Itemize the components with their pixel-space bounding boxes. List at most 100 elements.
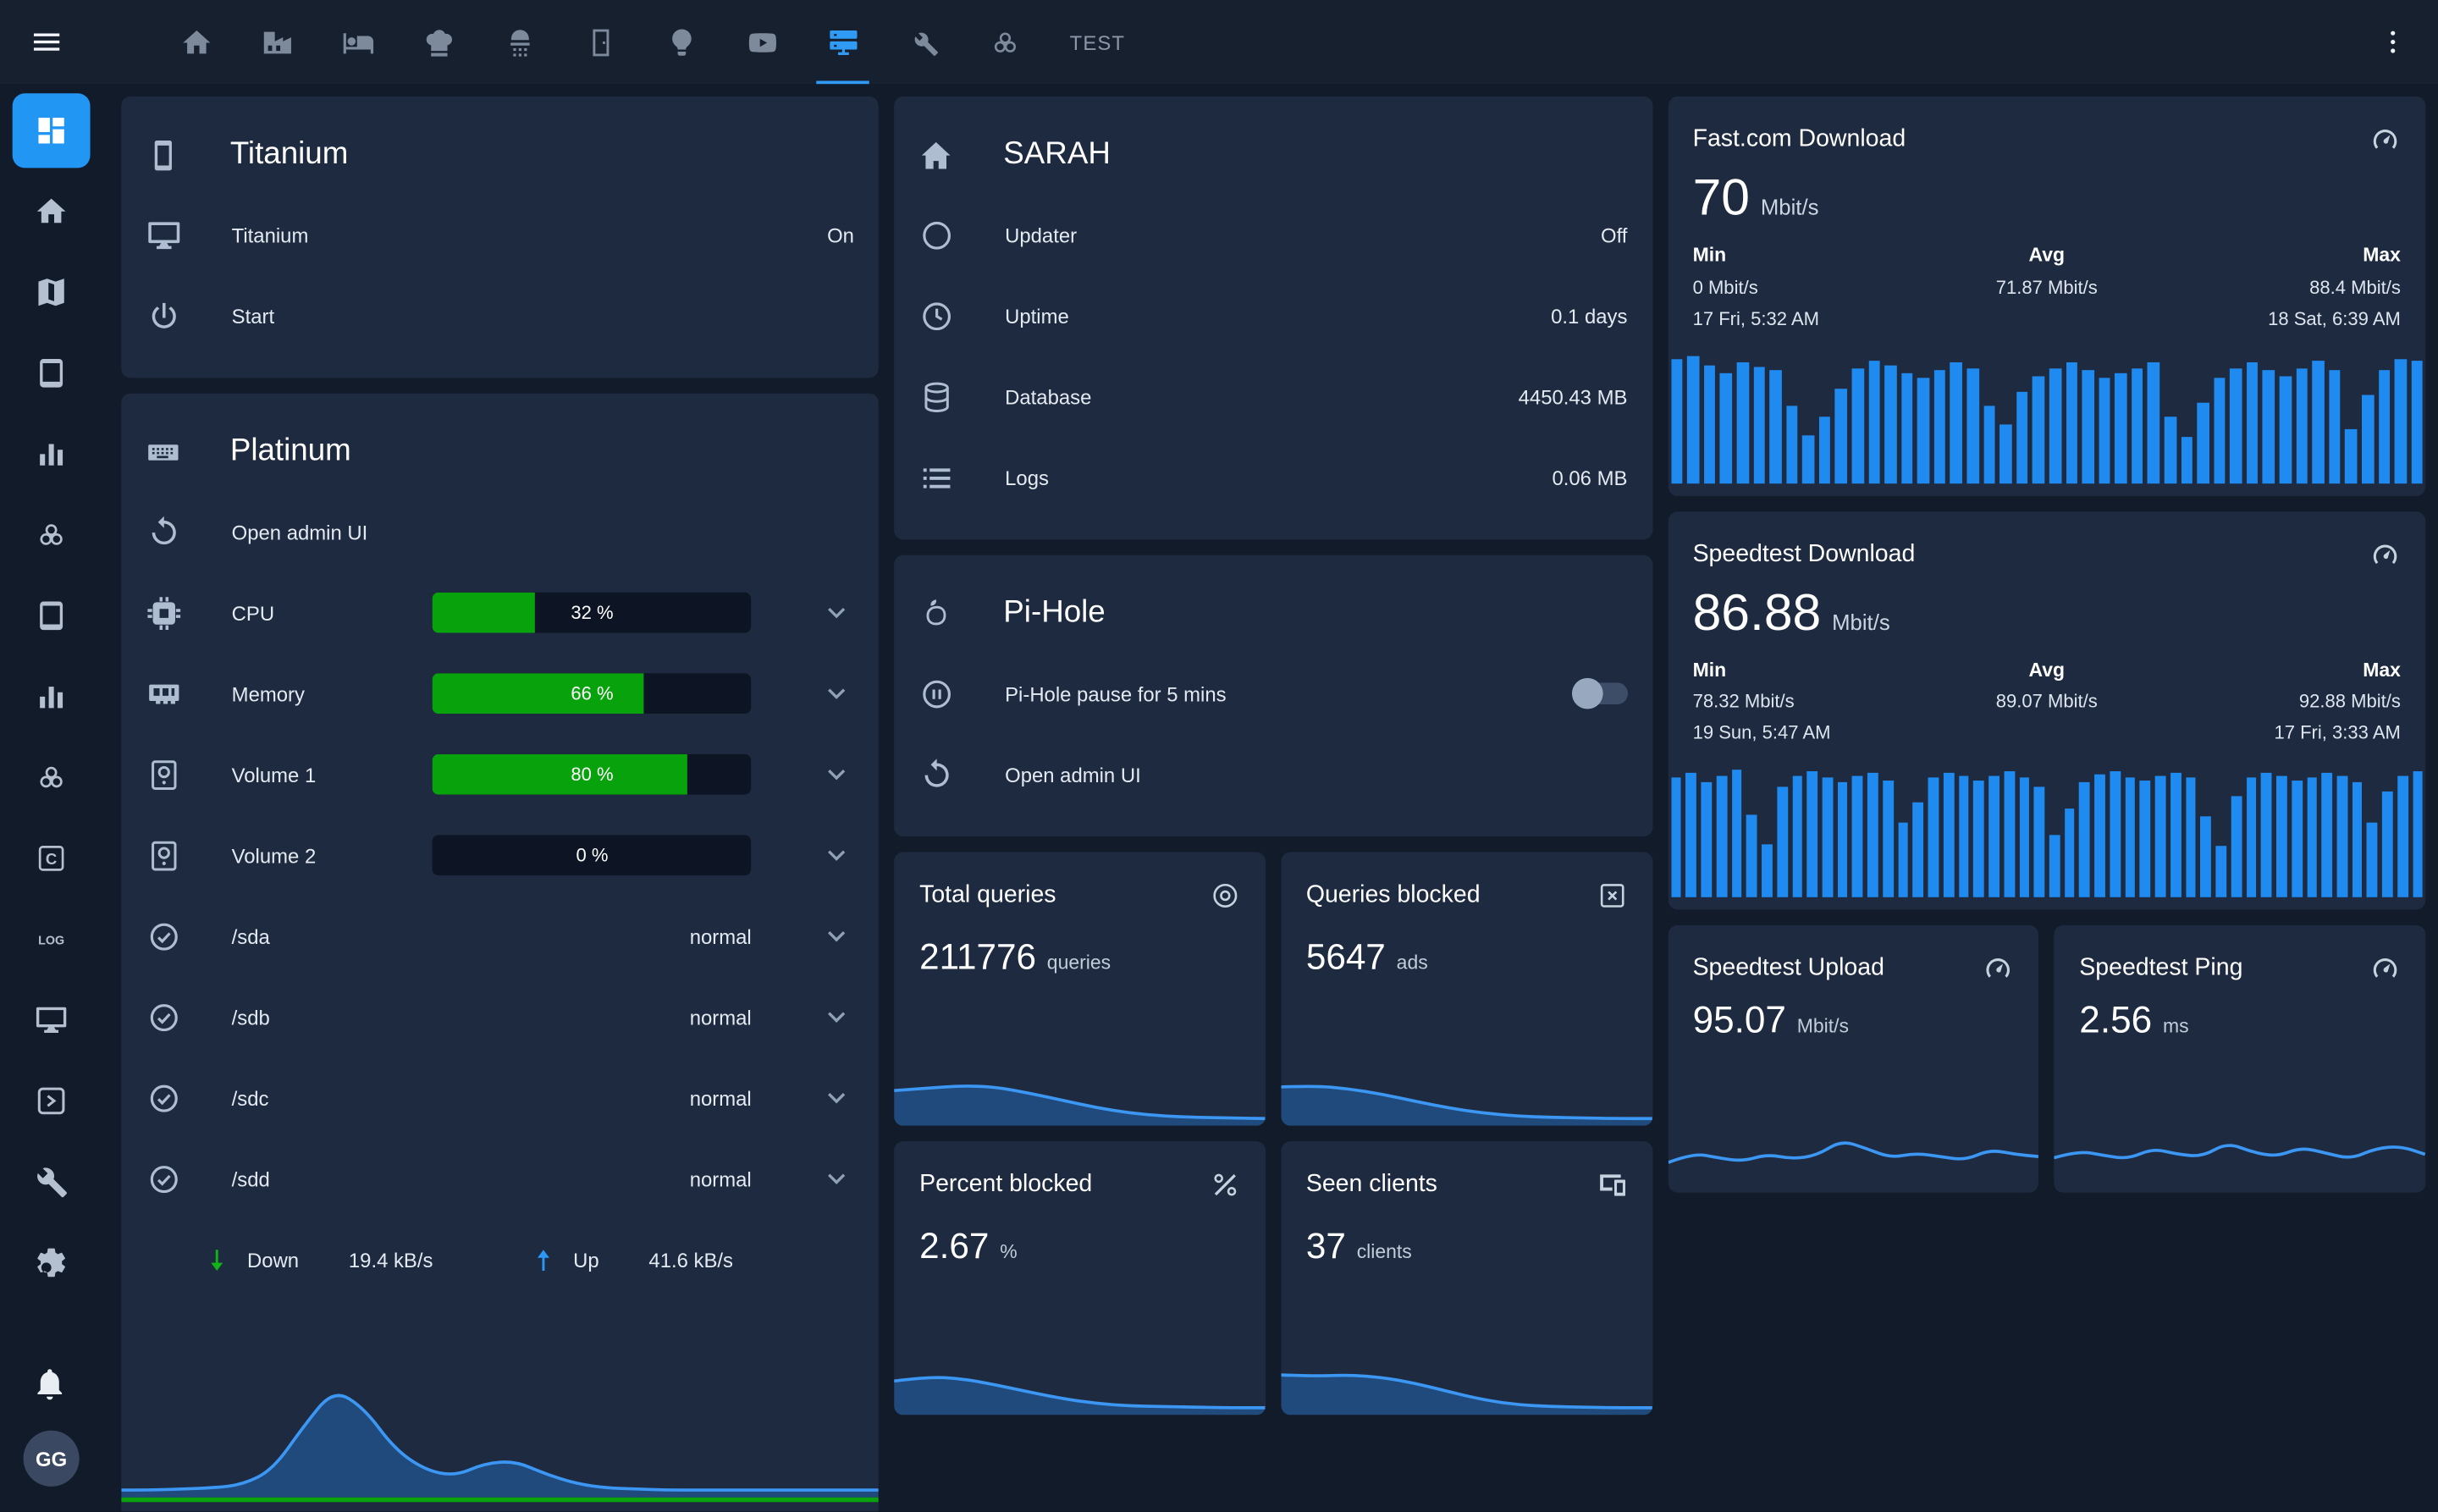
disk-row-sdc[interactable]: /sdc normal (146, 1057, 854, 1139)
sidebar-item-biohazard-5[interactable] (13, 498, 91, 572)
sidebar-item-wrench-13[interactable] (13, 1145, 91, 1219)
overflow-menu-button[interactable] (2373, 22, 2413, 63)
biohazard-icon (34, 518, 68, 552)
pihole-admin-row[interactable]: Open admin UI (919, 734, 1627, 815)
chevron-down-icon[interactable] (820, 838, 854, 872)
disk-label: /sdb (232, 1005, 270, 1029)
total-queries-card[interactable]: Total queries 211776 queries (895, 853, 1266, 1126)
pihole-pause-row[interactable]: Pi-Hole pause for 5 mins (919, 653, 1627, 734)
chevron-down-icon[interactable] (820, 919, 854, 953)
cpu-progress-bar: 32 % (433, 593, 752, 633)
percent-blocked-card[interactable]: Percent blocked 2.67 % (895, 1141, 1266, 1415)
circle-outline-icon (919, 217, 955, 252)
up-value: 41.6 kB/s (648, 1248, 733, 1272)
dashboard-app: TEST CLOG GG Titanium (0, 0, 2438, 1511)
tab-server-8[interactable] (803, 0, 884, 84)
sidebar-item-terminal-12[interactable] (13, 1063, 91, 1138)
max-value: 92.88 Mbit/s (2165, 692, 2401, 710)
stat-unit: % (1000, 1241, 1017, 1263)
ent ity-row-start[interactable]: Start (146, 275, 854, 356)
tab-youtube-7[interactable] (721, 0, 803, 84)
sidebar-item-tablet-6[interactable] (13, 578, 91, 653)
chevron-down-icon[interactable] (820, 1000, 854, 1034)
entity-row-uptime[interactable]: Uptime 0.1 days (919, 275, 1627, 356)
meter-row-volume2[interactable]: Volume 2 0 % (146, 814, 854, 896)
chevron-down-icon[interactable] (820, 1162, 854, 1195)
sidebar-item-tablet-3[interactable] (13, 336, 91, 411)
close-box-icon (1597, 880, 1628, 912)
user-avatar[interactable]: GG (24, 1431, 80, 1487)
tab-bed-2[interactable] (317, 0, 399, 84)
speed-unit: ms (2163, 1015, 2189, 1037)
disk-row-sdd[interactable]: /sdd normal (146, 1138, 854, 1219)
chevron-down-icon[interactable] (820, 595, 854, 629)
notifications-button[interactable] (31, 1366, 72, 1406)
seen-clients-card[interactable]: Seen clients 37 clients (1281, 1141, 1652, 1415)
tab-shower-4[interactable] (479, 0, 560, 84)
chevron-down-icon[interactable] (820, 1081, 854, 1115)
meter-row-cpu[interactable]: CPU 32 % (146, 572, 854, 654)
entity-state: 0.06 MB (1552, 466, 1627, 489)
monitor-cellphone-icon (1597, 1169, 1628, 1200)
sidebar-item-dashboard-0[interactable] (13, 93, 91, 168)
column-3: Fast.com Download 70 Mbit/s Min 0 Mbit/s… (1668, 97, 2425, 1511)
tab-factory-1[interactable] (236, 0, 317, 84)
platinum-card: Platinum Open admin UI CPU 32 % (121, 394, 879, 1512)
volume1-progress-bar: 80 % (433, 754, 752, 795)
max-date: 18 Sat, 6:39 AM (2165, 309, 2401, 328)
avatar-initials: GG (36, 1447, 67, 1471)
check-circle-icon (146, 1080, 182, 1116)
queries-blocked-card[interactable]: Queries blocked 5647 ads (1281, 853, 1652, 1126)
disk-row-sdb[interactable]: /sdb normal (146, 976, 854, 1057)
sidebar-item-logtext-10[interactable]: LOG (13, 902, 91, 976)
entity-row-database[interactable]: Database 4450.43 MB (919, 356, 1627, 438)
speedtest-upload-card[interactable]: Speedtest Upload 95.07 Mbit/s (1668, 925, 2038, 1193)
sidebar-item-map-2[interactable] (13, 255, 91, 329)
entity-row-updater[interactable]: Updater Off (919, 195, 1627, 276)
stat-unit: queries (1047, 952, 1111, 974)
pihole-pause-toggle[interactable] (1575, 682, 1627, 704)
tab-door-5[interactable] (560, 0, 641, 84)
stat-title: Percent blocked (919, 1171, 1092, 1199)
gauge-icon (2369, 538, 2401, 570)
server-icon (826, 25, 859, 58)
entity-label: Uptime (1005, 304, 1069, 328)
bulb-icon (665, 25, 698, 58)
memory-progress-bar: 66 % (433, 673, 752, 714)
tab-tools-9[interactable] (883, 0, 964, 84)
meter-row-memory[interactable]: Memory 66 % (146, 653, 854, 734)
tab-biohazard-10[interactable] (964, 0, 1045, 84)
speedtest-download-card[interactable]: Speedtest Download 86.88 Mbit/s Min 78.3… (1668, 510, 2425, 909)
stat-title: Seen clients (1306, 1171, 1437, 1199)
sidebar-item-gear-14[interactable] (13, 1225, 91, 1300)
sidebar-item-monitor-11[interactable] (13, 983, 91, 1057)
pihole-stats-grid: Total queries 211776 queries Queries blo… (895, 853, 1652, 1415)
chevron-down-icon[interactable] (820, 676, 854, 710)
sidebar-item-home-1[interactable] (13, 174, 91, 249)
open-admin-ui-row[interactable]: Open admin UI (146, 491, 854, 572)
speedtest-ping-card[interactable]: Speedtest Ping 2.56 ms (2055, 925, 2425, 1193)
meter-row-volume1[interactable]: Volume 1 80 % (146, 734, 854, 815)
avg-value: 71.87 Mbit/s (1928, 278, 2165, 296)
max-date: 17 Fri, 3:33 AM (2165, 723, 2401, 742)
sidebar-item-chart-7[interactable] (13, 659, 91, 734)
cpu-percent: 32 % (433, 593, 752, 633)
tab-home-0[interactable] (156, 0, 237, 84)
entity-row-logs[interactable]: Logs 0.06 MB (919, 437, 1627, 518)
entity-row-titanium[interactable]: Titanium On (146, 195, 854, 276)
tablet-icon (146, 138, 180, 172)
pause-circle-icon (919, 676, 955, 711)
speed-unit: Mbit/s (1797, 1015, 1849, 1037)
menu-button[interactable] (25, 20, 68, 63)
header-icon-tabs (156, 0, 1045, 84)
disk-row-sda[interactable]: /sda normal (146, 896, 854, 977)
chevron-down-icon[interactable] (820, 757, 854, 791)
tab-bulb-6[interactable] (641, 0, 722, 84)
fastcom-download-card[interactable]: Fast.com Download 70 Mbit/s Min 0 Mbit/s… (1668, 97, 2425, 495)
sidebar-item-biohazard-8[interactable] (13, 740, 91, 814)
sidebar-item-chart-4[interactable] (13, 417, 91, 491)
sidebar-item-letterc-9[interactable]: C (13, 821, 91, 896)
tab-chef-3[interactable] (398, 0, 479, 84)
avg-label: Avg (1928, 246, 2165, 265)
tab-test[interactable]: TEST (1045, 0, 1150, 84)
